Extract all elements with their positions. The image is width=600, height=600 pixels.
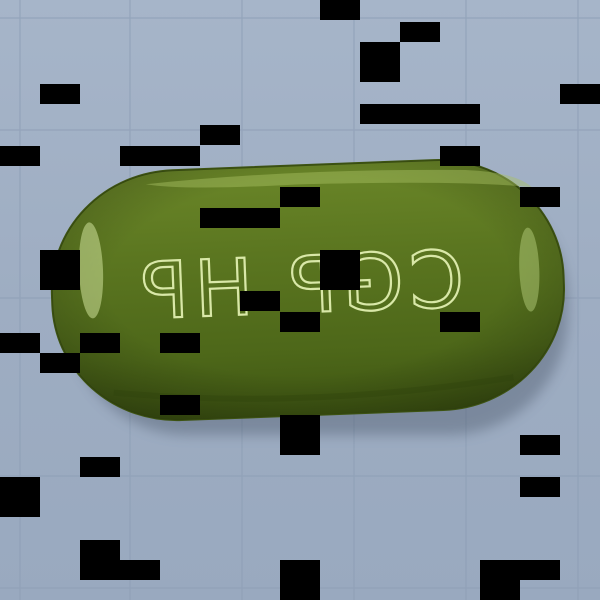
redaction-block [360, 42, 400, 82]
redaction-block [560, 84, 600, 104]
redaction-block [280, 560, 320, 600]
redaction-block [40, 250, 80, 290]
redaction-block [160, 333, 200, 353]
redaction-block [200, 125, 240, 145]
redaction-block [80, 540, 120, 560]
pill-photo: CGP HP [0, 0, 600, 600]
pill-photo-canvas: CGP HP [0, 0, 600, 600]
redaction-block [240, 291, 280, 311]
redaction-block [280, 415, 320, 455]
redaction-block [120, 146, 200, 166]
redaction-block [520, 435, 560, 455]
redaction-block [400, 22, 440, 42]
redaction-block [80, 333, 120, 353]
redaction-block [200, 208, 280, 228]
redaction-block [520, 187, 560, 207]
redaction-block [360, 104, 480, 124]
redaction-block [80, 457, 120, 477]
redaction-block [280, 312, 320, 332]
redaction-block [480, 580, 520, 600]
redaction-block [0, 477, 40, 517]
redaction-block [40, 353, 80, 373]
redaction-block [520, 477, 560, 497]
redaction-block [440, 312, 480, 332]
redaction-block [320, 250, 360, 290]
redaction-block [280, 187, 320, 207]
redaction-block [320, 0, 360, 20]
redaction-block [160, 395, 200, 415]
redaction-block [440, 146, 480, 166]
redaction-block [80, 560, 160, 580]
redaction-block [40, 84, 80, 104]
redaction-block [480, 560, 560, 580]
redaction-block [0, 333, 40, 353]
redaction-block [0, 146, 40, 166]
